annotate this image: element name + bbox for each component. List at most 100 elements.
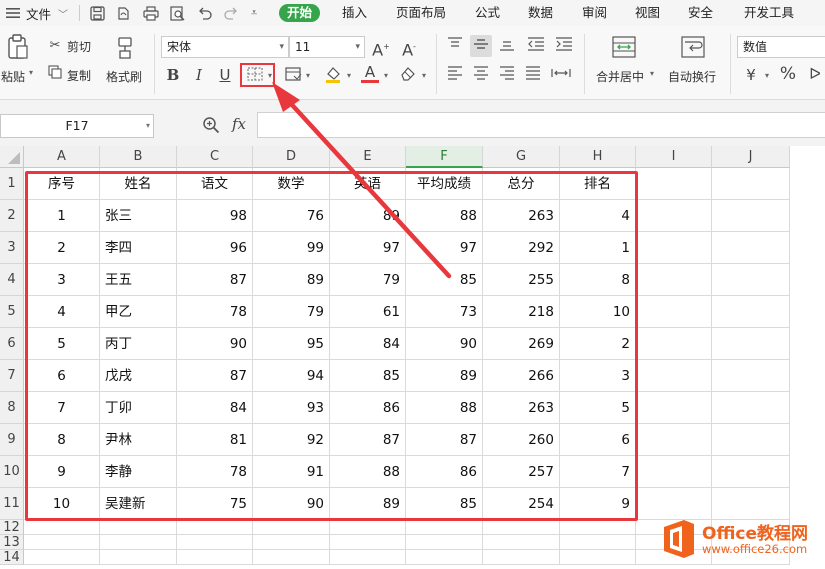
- customize-quick-access-icon[interactable]: ⩡: [251, 0, 257, 26]
- empty-cell[interactable]: [100, 520, 177, 535]
- column-header-b[interactable]: B: [100, 146, 177, 168]
- table-cell[interactable]: 257: [483, 456, 560, 488]
- table-header-cell[interactable]: 总分: [483, 168, 560, 200]
- table-cell[interactable]: 7: [560, 456, 636, 488]
- empty-cell[interactable]: [560, 535, 636, 550]
- cell-style-icon[interactable]: [283, 67, 303, 85]
- row-header-1[interactable]: 1: [0, 168, 24, 200]
- empty-cell[interactable]: [636, 200, 712, 232]
- save-icon[interactable]: [90, 0, 105, 26]
- print-preview-icon[interactable]: [170, 0, 185, 26]
- column-header-e[interactable]: E: [330, 146, 406, 168]
- table-cell[interactable]: 263: [483, 200, 560, 232]
- column-header-g[interactable]: G: [483, 146, 560, 168]
- zoom-search-icon[interactable]: [202, 116, 220, 137]
- increase-indent-icon[interactable]: [554, 37, 574, 55]
- redo-icon[interactable]: [224, 0, 238, 26]
- table-cell[interactable]: 89: [253, 264, 330, 296]
- table-cell[interactable]: 94: [253, 360, 330, 392]
- table-cell[interactable]: 76: [253, 200, 330, 232]
- table-cell[interactable]: 丁卯: [100, 392, 177, 424]
- clear-format-dropdown-icon[interactable]: ▾: [419, 67, 429, 85]
- table-cell[interactable]: 6: [560, 424, 636, 456]
- row-header-3[interactable]: 3: [0, 232, 24, 264]
- row-header-5[interactable]: 5: [0, 296, 24, 328]
- column-header-a[interactable]: A: [24, 146, 100, 168]
- table-cell[interactable]: 95: [253, 328, 330, 360]
- table-cell[interactable]: 218: [483, 296, 560, 328]
- empty-cell[interactable]: [253, 520, 330, 535]
- empty-cell[interactable]: [636, 168, 712, 200]
- file-menu[interactable]: 文件: [26, 0, 51, 26]
- empty-cell[interactable]: [406, 520, 483, 535]
- file-dropdown-icon[interactable]: ﹀: [58, 0, 68, 26]
- table-cell[interactable]: 79: [330, 264, 406, 296]
- empty-cell[interactable]: [100, 550, 177, 565]
- empty-cell[interactable]: [636, 392, 712, 424]
- table-cell[interactable]: 10: [24, 488, 100, 520]
- empty-cell[interactable]: [712, 200, 790, 232]
- table-cell[interactable]: 6: [24, 360, 100, 392]
- empty-cell[interactable]: [177, 550, 253, 565]
- merge-center-button[interactable]: 合并居中: [596, 68, 644, 85]
- table-cell[interactable]: 戊戌: [100, 360, 177, 392]
- tab-security[interactable]: 安全: [688, 4, 713, 22]
- empty-cell[interactable]: [24, 550, 100, 565]
- currency-dropdown-icon[interactable]: ▾: [762, 67, 772, 85]
- empty-cell[interactable]: [177, 535, 253, 550]
- empty-cell[interactable]: [712, 424, 790, 456]
- column-header-c[interactable]: C: [177, 146, 253, 168]
- row-header-11[interactable]: 11: [0, 488, 24, 520]
- undo-icon[interactable]: [198, 0, 212, 26]
- column-header-i[interactable]: I: [636, 146, 712, 168]
- empty-cell[interactable]: [636, 360, 712, 392]
- table-cell[interactable]: 292: [483, 232, 560, 264]
- italic-icon[interactable]: I: [190, 66, 208, 84]
- percent-icon[interactable]: %: [778, 65, 798, 83]
- fill-color-icon[interactable]: [322, 65, 344, 87]
- font-name-select[interactable]: 宋体 ▾: [161, 36, 289, 58]
- row-header-13[interactable]: 13: [0, 535, 24, 550]
- row-header-7[interactable]: 7: [0, 360, 24, 392]
- align-bottom-icon[interactable]: [498, 37, 516, 55]
- table-cell[interactable]: 1: [560, 232, 636, 264]
- table-cell[interactable]: 90: [406, 328, 483, 360]
- tab-data[interactable]: 数据: [528, 4, 553, 22]
- merge-center-icon[interactable]: [611, 36, 637, 62]
- table-cell[interactable]: 84: [330, 328, 406, 360]
- decrease-font-icon[interactable]: A-: [399, 38, 419, 59]
- table-cell[interactable]: 7: [24, 392, 100, 424]
- thousands-separator-icon[interactable]: ᐅ: [805, 65, 825, 83]
- table-cell[interactable]: 78: [177, 456, 253, 488]
- empty-cell[interactable]: [636, 328, 712, 360]
- tab-home[interactable]: 开始: [279, 4, 321, 22]
- table-cell[interactable]: 98: [177, 200, 253, 232]
- empty-cell[interactable]: [100, 535, 177, 550]
- table-cell[interactable]: 91: [253, 456, 330, 488]
- table-cell[interactable]: 张三: [100, 200, 177, 232]
- increase-font-icon[interactable]: A+: [371, 38, 391, 59]
- table-cell[interactable]: 1: [24, 200, 100, 232]
- fill-color-dropdown-icon[interactable]: ▾: [344, 67, 354, 85]
- table-cell[interactable]: 99: [253, 232, 330, 264]
- empty-cell[interactable]: [483, 520, 560, 535]
- empty-cell[interactable]: [636, 264, 712, 296]
- empty-cell[interactable]: [636, 296, 712, 328]
- paste-icon[interactable]: [6, 34, 30, 64]
- table-cell[interactable]: 85: [406, 488, 483, 520]
- row-header-10[interactable]: 10: [0, 456, 24, 488]
- table-cell[interactable]: 96: [177, 232, 253, 264]
- empty-cell[interactable]: [330, 520, 406, 535]
- table-cell[interactable]: 255: [483, 264, 560, 296]
- table-cell[interactable]: 84: [177, 392, 253, 424]
- wrap-text-button[interactable]: 自动换行: [668, 68, 716, 85]
- tab-insert[interactable]: 插入: [342, 4, 367, 22]
- font-size-select[interactable]: 11 ▾: [289, 36, 365, 58]
- scissors-icon[interactable]: ✂: [47, 37, 63, 55]
- align-middle-icon[interactable]: [470, 35, 492, 57]
- copy-icon[interactable]: [47, 65, 63, 83]
- bold-icon[interactable]: B: [164, 66, 182, 84]
- table-cell[interactable]: 85: [406, 264, 483, 296]
- table-cell[interactable]: 266: [483, 360, 560, 392]
- table-cell[interactable]: 87: [177, 264, 253, 296]
